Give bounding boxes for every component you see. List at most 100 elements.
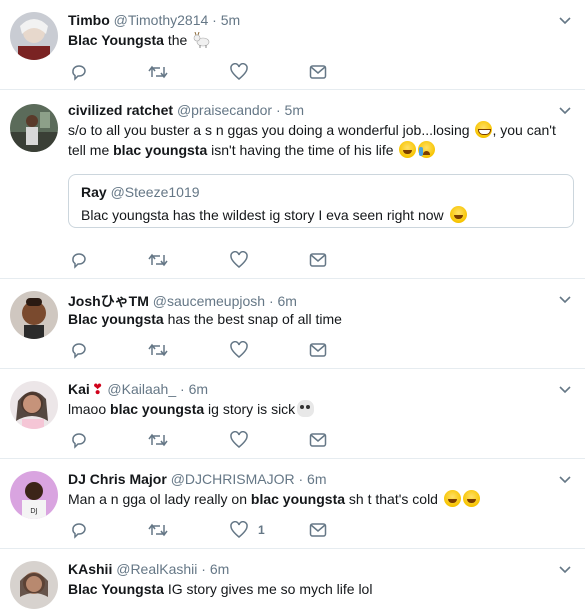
tweet-actions	[68, 62, 338, 82]
like-button[interactable]	[230, 62, 248, 82]
user-handle[interactable]: @praisecandor	[177, 102, 272, 118]
quoted-tweet[interactable]: Ray @Steeze1019 Blac youngsta has the wi…	[68, 174, 574, 228]
like-button[interactable]	[230, 430, 248, 450]
retweet-icon	[148, 433, 168, 447]
retweet-button[interactable]	[148, 520, 168, 540]
timestamp[interactable]: 6m	[307, 471, 326, 487]
text-segment: ig story is sick	[204, 401, 296, 417]
retweet-icon	[148, 343, 168, 357]
laughing-emoji-icon	[449, 206, 467, 223]
avatar[interactable]	[10, 291, 58, 339]
avatar[interactable]	[10, 12, 58, 60]
text-segment: s/o to all you buster a s n ggas you doi…	[68, 122, 470, 138]
caret-down-icon[interactable]	[559, 296, 571, 304]
reply-button[interactable]	[70, 520, 88, 540]
user-handle[interactable]: @DJCHRISMAJOR	[171, 471, 295, 487]
text-segment: tell me	[68, 142, 114, 158]
heart-exclamation-icon: ❣	[91, 381, 104, 397]
tweet[interactable]: DJ DJ Chris Major @DJCHRISMAJOR · 6m Man…	[0, 459, 585, 549]
tweet-header: Kai ❣ @Kailaah_ · 6m	[68, 381, 208, 398]
display-name[interactable]: Kai	[68, 381, 90, 397]
timestamp[interactable]: 6m	[189, 381, 208, 397]
timestamp[interactable]: 6m	[210, 561, 229, 577]
reply-icon	[72, 523, 86, 539]
user-handle[interactable]: @Kailaah_	[107, 381, 176, 397]
tweet-header: civilized ratchet @praisecandor · 5m	[68, 102, 304, 118]
tweet-text: lmaoo blac youngsta ig story is sick	[68, 399, 565, 419]
tweet-actions	[68, 250, 338, 270]
retweet-icon	[148, 523, 168, 537]
user-handle[interactable]: @Timothy2814	[114, 12, 209, 28]
tweet-header: KAshii @RealKashii · 6m	[68, 561, 229, 577]
avatar[interactable]	[10, 561, 58, 609]
display-name[interactable]: civilized ratchet	[68, 102, 173, 118]
caret-down-icon[interactable]	[559, 386, 571, 394]
tweet-header: JoshひゃTM @saucemeupjosh · 6m	[68, 291, 297, 311]
crying-emoji-icon	[418, 141, 436, 158]
reply-icon	[72, 433, 86, 449]
like-button[interactable]	[230, 250, 248, 270]
tweet-text: Blac Youngsta IG story gives me so mych …	[68, 579, 565, 599]
tweet[interactable]: Timbo @Timothy2814 · 5m Blac Youngsta th…	[0, 0, 585, 90]
reply-icon	[72, 343, 86, 359]
retweet-icon	[148, 253, 168, 267]
avatar[interactable]	[10, 381, 58, 429]
dm-button[interactable]	[309, 62, 327, 82]
caret-down-icon[interactable]	[559, 476, 571, 484]
tweet[interactable]: Kai ❣ @Kailaah_ · 6m lmaoo blac youngsta …	[0, 369, 585, 459]
reply-icon	[72, 253, 86, 269]
text-segment: sh t that's cold	[345, 491, 438, 507]
tweet-header: Timbo @Timothy2814 · 5m	[68, 12, 240, 28]
caret-down-icon[interactable]	[559, 107, 571, 115]
highlight-term: Blac Youngsta	[68, 32, 164, 48]
tweet-text: Blac Youngsta the	[68, 30, 565, 50]
dm-button[interactable]	[309, 250, 327, 270]
like-icon	[230, 251, 248, 268]
like-button[interactable]	[230, 340, 248, 360]
display-name[interactable]: DJ Chris Major	[68, 471, 167, 487]
display-name[interactable]: KAshii	[68, 561, 112, 577]
timestamp[interactable]: 6m	[278, 293, 297, 309]
retweet-button[interactable]	[148, 250, 168, 270]
timestamp[interactable]: 5m	[285, 102, 304, 118]
tweet[interactable]: civilized ratchet @praisecandor · 5m s/o…	[0, 90, 585, 279]
text-segment: Man a n gga ol lady really on	[68, 491, 251, 507]
user-handle[interactable]: @saucemeupjosh	[153, 293, 265, 309]
tweet-actions	[68, 430, 338, 450]
display-name[interactable]: JoshひゃTM	[68, 293, 149, 309]
user-handle[interactable]: @RealKashii	[116, 561, 197, 577]
caret-down-icon[interactable]	[559, 17, 571, 25]
separator-dot: ·	[212, 12, 217, 28]
tweet-text: Blac youngsta has the best snap of all t…	[68, 309, 565, 329]
avatar[interactable]: DJ	[10, 471, 58, 519]
display-name[interactable]: Timbo	[68, 12, 110, 28]
text-segment: the	[163, 32, 188, 48]
text-segment: has the best snap of all time	[163, 311, 342, 327]
dm-button[interactable]	[309, 430, 327, 450]
tweet[interactable]: JoshひゃTM @saucemeupjosh · 6m Blac youngs…	[0, 279, 585, 369]
tweet-text-line2: tell me blac youngsta isn't having the t…	[68, 140, 565, 160]
dm-icon	[309, 253, 327, 267]
highlight-term: blac youngsta	[113, 142, 208, 158]
reply-button[interactable]	[70, 62, 88, 82]
retweet-icon	[148, 65, 168, 79]
dm-button[interactable]	[309, 520, 327, 540]
text-segment: , you can't	[492, 122, 556, 138]
retweet-button[interactable]	[148, 430, 168, 450]
highlight-term: Blac Youngsta	[68, 581, 164, 597]
retweet-button[interactable]	[148, 62, 168, 82]
timestamp[interactable]: 5m	[221, 12, 240, 28]
retweet-button[interactable]	[148, 340, 168, 360]
caret-down-icon[interactable]	[559, 566, 571, 574]
like-icon	[230, 431, 248, 448]
like-button[interactable]: 1	[230, 520, 265, 540]
reply-button[interactable]	[70, 430, 88, 450]
reply-button[interactable]	[70, 250, 88, 270]
dm-button[interactable]	[309, 340, 327, 360]
avatar[interactable]	[10, 104, 58, 152]
laughing-emoji-icon	[443, 490, 461, 507]
reply-button[interactable]	[70, 340, 88, 360]
tweet-header: DJ Chris Major @DJCHRISMAJOR · 6m	[68, 471, 327, 487]
tweet[interactable]: KAshii @RealKashii · 6m Blac Youngsta IG…	[0, 549, 585, 609]
laughing-emoji-icon	[399, 141, 417, 158]
